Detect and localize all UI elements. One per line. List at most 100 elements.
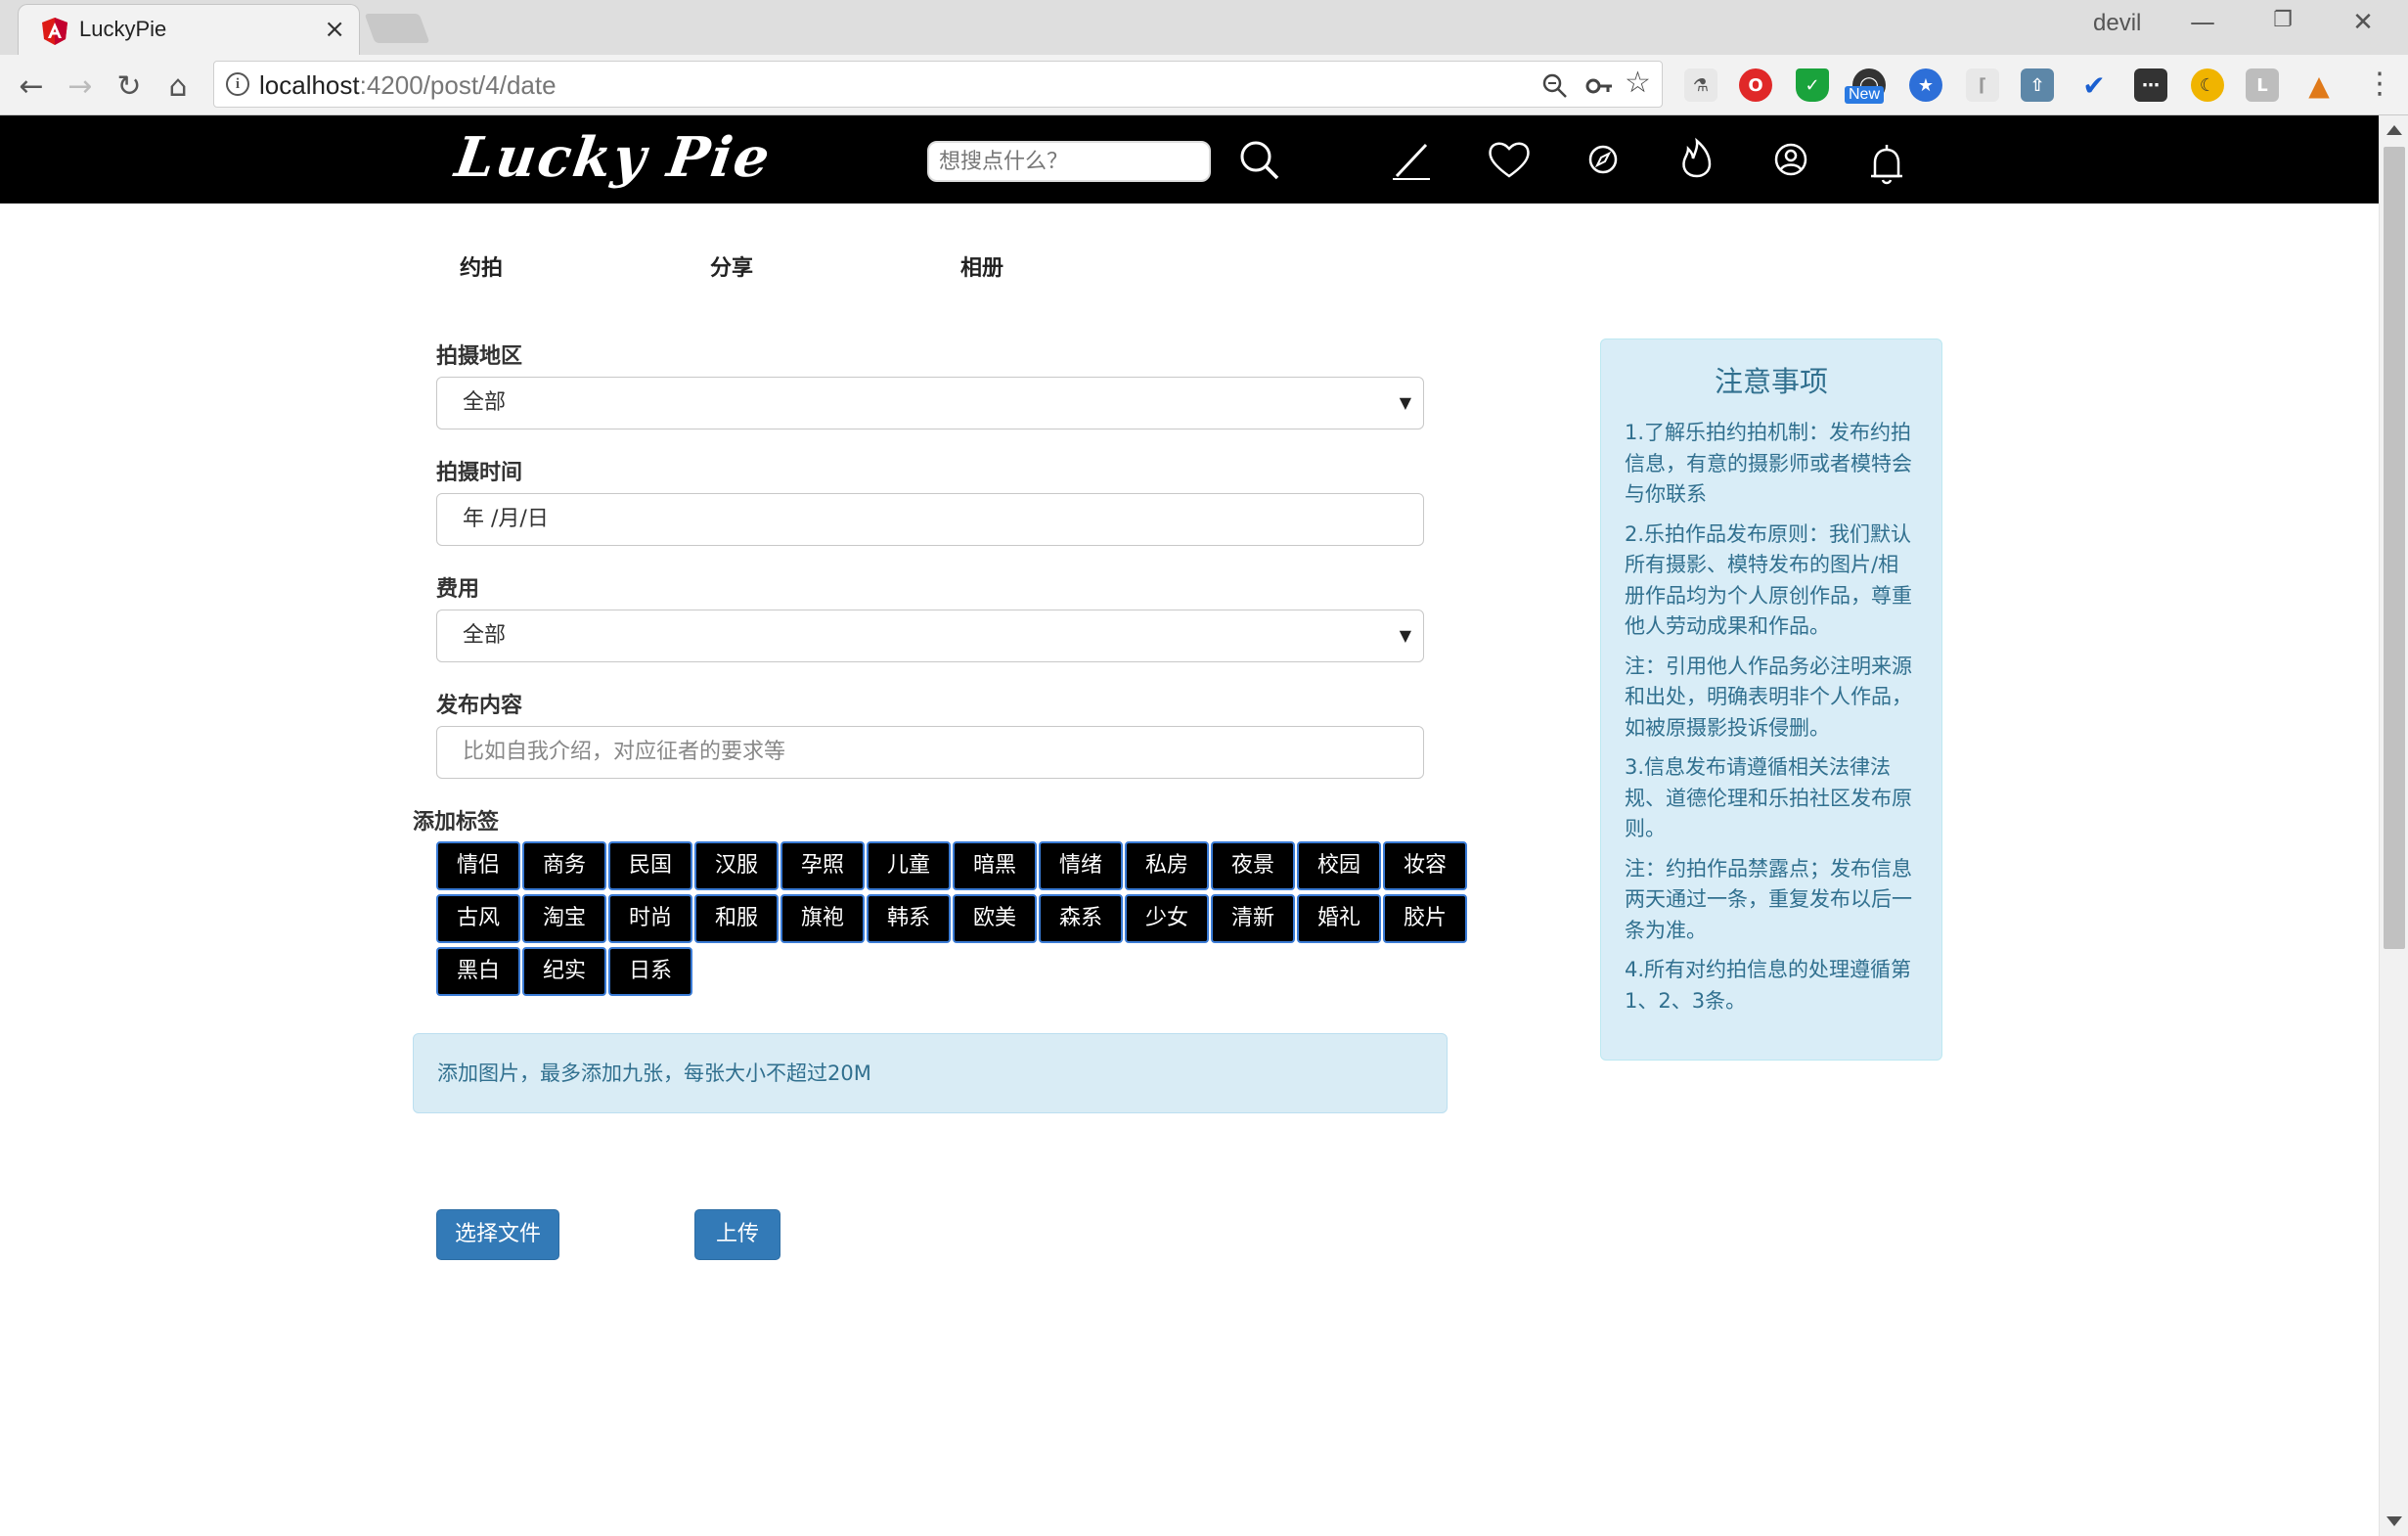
notice-item: 3.信息发布请遵循相关法律法规、道德伦理和乐拍社区发布原则。: [1625, 755, 1912, 840]
content-input[interactable]: 比如自我介绍，对应征者的要求等: [436, 726, 1424, 779]
site-logo[interactable]: Lucky Pie: [451, 125, 775, 190]
browser-tab[interactable]: LuckyPie ×: [18, 4, 360, 55]
fox-extension-icon[interactable]: ▲: [2302, 68, 2336, 102]
tag-button[interactable]: 私房: [1125, 841, 1209, 890]
tag-button[interactable]: 日系: [608, 947, 692, 996]
angular-icon: [42, 18, 67, 45]
tag-button[interactable]: 少女: [1125, 894, 1209, 943]
search-icon[interactable]: [1232, 133, 1285, 186]
moon-extension-icon[interactable]: ☾: [2191, 68, 2224, 102]
tag-button[interactable]: 情绪: [1039, 841, 1123, 890]
tag-button[interactable]: 校园: [1297, 841, 1381, 890]
tag-button[interactable]: 旗袍: [780, 894, 865, 943]
extension-1-icon[interactable]: ⚗: [1684, 68, 1717, 102]
tag-button[interactable]: 儿童: [867, 841, 951, 890]
heart-icon[interactable]: [1483, 133, 1536, 186]
close-window-icon[interactable]: ✕: [2343, 8, 2383, 37]
tags-label: 添加标签: [413, 810, 500, 835]
notice-item: 注：引用他人作品务必注明来源和出处，明确表明非个人作品，如被原摄影投诉侵删。: [1625, 654, 1912, 740]
back-icon[interactable]: ←: [12, 67, 51, 106]
tag-button[interactable]: 民国: [608, 841, 692, 890]
restore-icon[interactable]: ❐: [2263, 8, 2302, 32]
tag-button[interactable]: 和服: [694, 894, 779, 943]
flame-icon[interactable]: [1671, 133, 1723, 186]
upload-hint: 添加图片，最多添加九张，每张大小不超过20M: [413, 1033, 1448, 1113]
bookmark-star-icon[interactable]: ☆: [1625, 66, 1651, 100]
content-label: 发布内容: [436, 694, 523, 718]
upload-extension-icon[interactable]: ⇧: [2021, 68, 2054, 102]
tag-button[interactable]: 胶片: [1383, 894, 1467, 943]
dots-extension-icon[interactable]: ⋯: [2134, 68, 2167, 102]
page-scrollbar[interactable]: [2379, 115, 2408, 1536]
pen-icon[interactable]: [1385, 133, 1438, 186]
tag-button[interactable]: 情侣: [436, 841, 520, 890]
new-badge: New: [1845, 86, 1885, 104]
scroll-down-icon[interactable]: [2386, 1516, 2402, 1526]
browser-menu-icon[interactable]: ⋮: [2365, 67, 2394, 101]
tag-button[interactable]: 欧美: [953, 894, 1037, 943]
tag-button[interactable]: 商务: [522, 841, 606, 890]
l-extension-icon[interactable]: L: [2246, 68, 2279, 102]
tag-button[interactable]: 黑白: [436, 947, 520, 996]
tag-button[interactable]: 暗黑: [953, 841, 1037, 890]
region-select[interactable]: 全部 ▼: [436, 377, 1424, 429]
notice-item: 1.了解乐拍约拍机制：发布约拍信息，有意的摄影师或者模特会与你联系: [1625, 421, 1912, 506]
fee-value: 全部: [463, 623, 507, 648]
subnav-date[interactable]: 约拍: [460, 250, 503, 282]
subnav-share[interactable]: 分享: [710, 250, 753, 282]
tag-button[interactable]: 婚礼: [1297, 894, 1381, 943]
date-value: 年 /月/日: [463, 507, 549, 531]
bell-icon[interactable]: [1860, 139, 1913, 192]
time-label: 拍摄时间: [436, 461, 523, 485]
fee-select[interactable]: 全部 ▼: [436, 610, 1424, 662]
opera-extension-icon[interactable]: O: [1739, 68, 1772, 102]
zoom-icon[interactable]: [1542, 73, 1568, 99]
tag-button[interactable]: 汉服: [694, 841, 779, 890]
notice-title: 注意事项: [1714, 365, 1828, 398]
tag-button[interactable]: 妆容: [1383, 841, 1467, 890]
forward-icon[interactable]: →: [61, 67, 100, 106]
notice-panel: 注意事项 1.了解乐拍约拍机制：发布约拍信息，有意的摄影师或者模特会与你联系 2…: [1600, 339, 1942, 1061]
region-value: 全部: [463, 390, 507, 415]
content-placeholder: 比如自我介绍，对应征者的要求等: [463, 740, 786, 764]
scroll-thumb[interactable]: [2384, 147, 2405, 949]
shield-extension-icon[interactable]: ✓: [1796, 68, 1829, 102]
compass-icon[interactable]: [1577, 133, 1629, 186]
region-label: 拍摄地区: [436, 344, 523, 369]
tag-button[interactable]: 孕照: [780, 841, 865, 890]
tree-extension-icon[interactable]: ⌈: [1966, 68, 1999, 102]
tag-button[interactable]: 韩系: [867, 894, 951, 943]
v-extension-icon[interactable]: ✔: [2077, 68, 2111, 102]
tag-button[interactable]: 清新: [1211, 894, 1295, 943]
subnav-album[interactable]: 相册: [960, 250, 1003, 282]
profile-name[interactable]: devil: [2093, 10, 2141, 37]
search-input[interactable]: [927, 141, 1211, 182]
tag-button[interactable]: 淘宝: [522, 894, 606, 943]
notice-item: 4.所有对约拍信息的处理遵循第1、2、3条。: [1625, 958, 1912, 1013]
star-extension-icon[interactable]: ★: [1909, 68, 1942, 102]
new-tab-button[interactable]: [364, 14, 430, 43]
tag-button[interactable]: 纪实: [522, 947, 606, 996]
minimize-icon[interactable]: —: [2183, 8, 2222, 37]
tag-button[interactable]: 古风: [436, 894, 520, 943]
scroll-up-icon[interactable]: [2386, 125, 2402, 135]
date-input[interactable]: 年 /月/日: [436, 493, 1424, 546]
tag-button[interactable]: 时尚: [608, 894, 692, 943]
key-icon[interactable]: [1585, 73, 1613, 99]
site-header: Lucky Pie: [0, 115, 2379, 203]
home-icon[interactable]: ⌂: [158, 67, 198, 106]
tag-button[interactable]: 夜景: [1211, 841, 1295, 890]
chevron-down-icon: ▼: [1399, 393, 1411, 412]
site-info-icon[interactable]: i: [226, 72, 249, 96]
address-bar[interactable]: i localhost:4200/post/4/date ☆: [213, 61, 1663, 108]
notice-item: 2.乐拍作品发布原则：我们默认所有摄影、模特发布的图片/相册作品均为个人原创作品…: [1625, 521, 1912, 639]
choose-file-button[interactable]: 选择文件: [436, 1209, 559, 1260]
tag-button[interactable]: 森系: [1039, 894, 1123, 943]
url-text[interactable]: localhost:4200/post/4/date: [259, 70, 557, 101]
upload-button[interactable]: 上传: [694, 1209, 780, 1260]
tab-close-icon[interactable]: ×: [324, 15, 345, 44]
browser-titlebar: LuckyPie × devil — ❐ ✕: [0, 0, 2408, 55]
notice-item: 注：约拍作品禁露点；发布信息两天通过一条，重复发布以后一条为准。: [1625, 856, 1912, 942]
reload-icon[interactable]: ↻: [110, 67, 149, 106]
user-icon[interactable]: [1764, 133, 1817, 186]
